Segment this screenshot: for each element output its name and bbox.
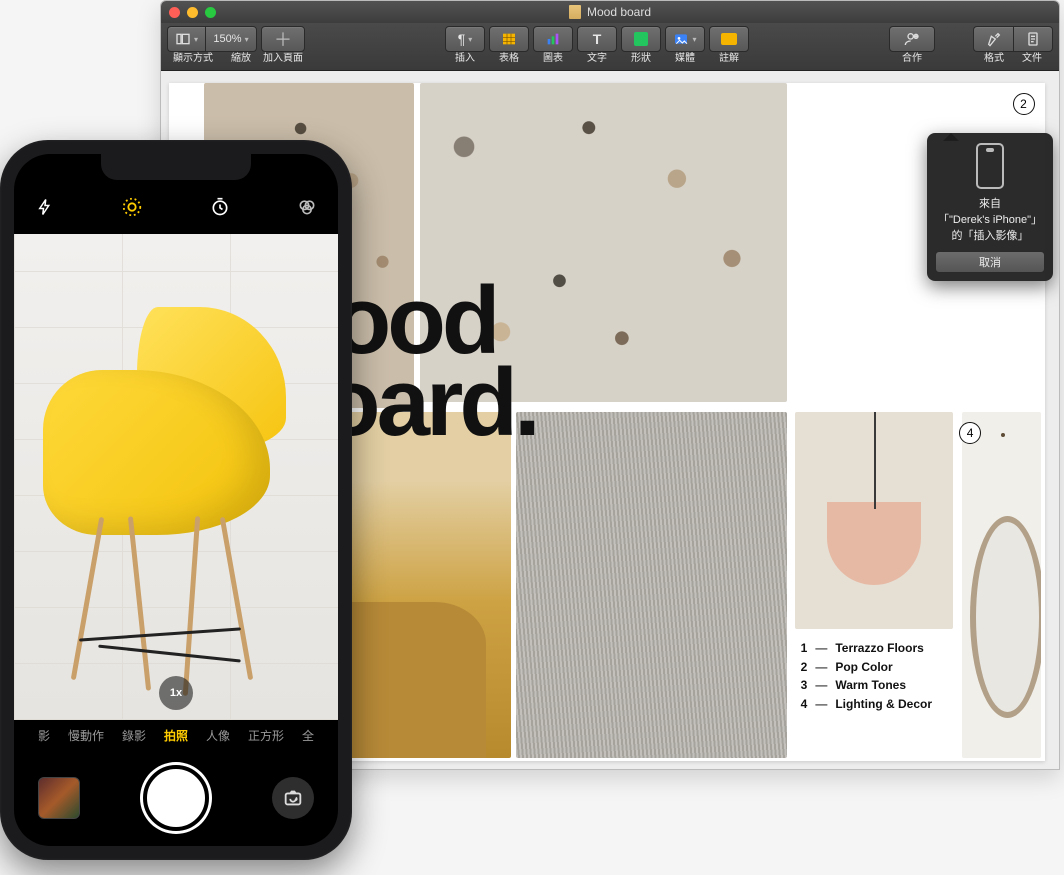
legend: 1—Terrazzo Floors 2—Pop Color 3—Warm Ton…	[795, 639, 932, 713]
format-label: 格式	[984, 54, 1004, 64]
mode-item[interactable]: 慢動作	[68, 727, 104, 744]
comment-icon	[721, 33, 737, 45]
add-page-button[interactable]: ＋	[261, 26, 305, 52]
chair-leg	[71, 517, 105, 681]
legend-row: 1—Terrazzo Floors	[795, 639, 932, 658]
shape-label: 形狀	[631, 54, 651, 64]
mode-item[interactable]: 全	[302, 727, 314, 744]
zoom-label: 縮放	[231, 54, 251, 64]
legend-row: 2—Pop Color	[795, 658, 932, 677]
chart-button[interactable]	[533, 26, 573, 52]
filters-icon	[297, 197, 317, 217]
add-page-label: 加入頁面	[263, 54, 303, 64]
iphone-screen: 1x 影 慢動作 錄影 拍照 人像 正方形 全	[14, 154, 338, 846]
insert-label: 插入	[455, 54, 475, 64]
comment-button[interactable]	[709, 26, 749, 52]
mood-image-mirror[interactable]	[962, 412, 1041, 758]
document-icon	[569, 5, 581, 19]
legend-row: 4—Lighting & Decor	[795, 695, 932, 714]
document-label: 文件	[1022, 54, 1042, 64]
table-label: 表格	[499, 54, 519, 64]
table-icon	[501, 31, 517, 47]
media-label: 媒體	[675, 54, 695, 64]
pilcrow-icon: ¶	[458, 31, 466, 47]
camera-bottom-bar	[14, 750, 338, 846]
timer-button[interactable]	[207, 194, 233, 220]
chart-label: 圖表	[543, 54, 563, 64]
chart-icon	[545, 31, 561, 47]
callout-4: 4	[959, 422, 981, 444]
callout-2: 2	[1013, 93, 1035, 115]
comment-label: 註解	[719, 54, 739, 64]
mode-item[interactable]: 正方形	[248, 727, 284, 744]
popover-line-2: 「"Derek's iPhone"」	[935, 211, 1045, 227]
flash-button[interactable]	[32, 194, 58, 220]
view-label: 顯示方式	[173, 54, 213, 64]
chair-strut	[79, 627, 241, 641]
mode-item[interactable]: 錄影	[122, 727, 146, 744]
mode-item[interactable]: 影	[38, 727, 50, 744]
view-menu-button[interactable]	[167, 26, 205, 52]
window-titlebar[interactable]: Mood board	[161, 1, 1059, 23]
toolbar: 150% 顯示方式 縮放 ＋ 加入頁面 ¶ 插入 表格	[161, 23, 1059, 71]
zoom-menu-button[interactable]: 150%	[205, 26, 257, 52]
timer-icon	[210, 197, 230, 217]
minimize-window-button[interactable]	[187, 7, 198, 18]
continuity-camera-popover: 來自 「"Derek's iPhone"」 的「插入影像」 取消	[927, 133, 1053, 281]
live-photo-icon	[121, 196, 143, 218]
format-icon	[986, 31, 1002, 47]
text-icon: T	[593, 31, 602, 47]
flash-icon	[36, 198, 54, 216]
last-photo-thumbnail[interactable]	[38, 777, 80, 819]
camera-mode-strip[interactable]: 影 慢動作 錄影 拍照 人像 正方形 全	[14, 720, 338, 750]
window-title: Mood board	[587, 5, 651, 19]
text-label: 文字	[587, 54, 607, 64]
iphone-notch	[101, 154, 251, 180]
zoom-value: 150%	[213, 33, 241, 45]
flip-camera-button[interactable]	[272, 777, 314, 819]
media-icon	[673, 31, 689, 47]
shutter-button[interactable]	[143, 765, 209, 831]
insert-menu-button[interactable]: ¶	[445, 26, 485, 52]
chair-leg	[128, 516, 151, 691]
collaborate-label: 合作	[902, 54, 922, 64]
popover-line-3: 的「插入影像」	[935, 227, 1045, 243]
chair-leg	[220, 517, 254, 681]
cancel-button[interactable]: 取消	[935, 251, 1045, 273]
chair-strut	[98, 645, 240, 663]
view-icon	[175, 31, 191, 47]
window-traffic-lights	[169, 7, 216, 18]
camera-viewfinder[interactable]: 1x	[14, 234, 338, 720]
filters-button[interactable]	[294, 194, 320, 220]
iphone-device: 1x 影 慢動作 錄影 拍照 人像 正方形 全	[0, 140, 352, 860]
zoom-toggle-button[interactable]: 1x	[159, 676, 193, 710]
document-icon-toolbar	[1025, 31, 1041, 47]
mood-image-terrazzo-b[interactable]	[420, 83, 788, 402]
document-button[interactable]	[1013, 26, 1053, 52]
camera-top-bar	[14, 180, 338, 234]
live-photo-button[interactable]	[119, 194, 145, 220]
flip-camera-icon	[282, 787, 304, 809]
zoom-window-button[interactable]	[205, 7, 216, 18]
mood-image-fur[interactable]	[516, 412, 788, 758]
chair-leg	[183, 516, 201, 696]
collaborate-button[interactable]	[889, 26, 935, 52]
shape-button[interactable]	[621, 26, 661, 52]
table-button[interactable]	[489, 26, 529, 52]
popover-line-1: 來自	[935, 195, 1045, 211]
mode-item[interactable]: 人像	[206, 727, 230, 744]
collaborate-icon	[904, 31, 920, 47]
legend-row: 3—Warm Tones	[795, 676, 932, 695]
media-menu-button[interactable]	[665, 26, 705, 52]
format-button[interactable]	[973, 26, 1013, 52]
mood-image-lamp[interactable]	[795, 412, 953, 629]
close-window-button[interactable]	[169, 7, 180, 18]
iphone-outline-icon	[976, 143, 1004, 189]
mode-item-active[interactable]: 拍照	[164, 727, 188, 744]
text-button[interactable]: T	[577, 26, 617, 52]
shape-icon	[634, 32, 648, 46]
